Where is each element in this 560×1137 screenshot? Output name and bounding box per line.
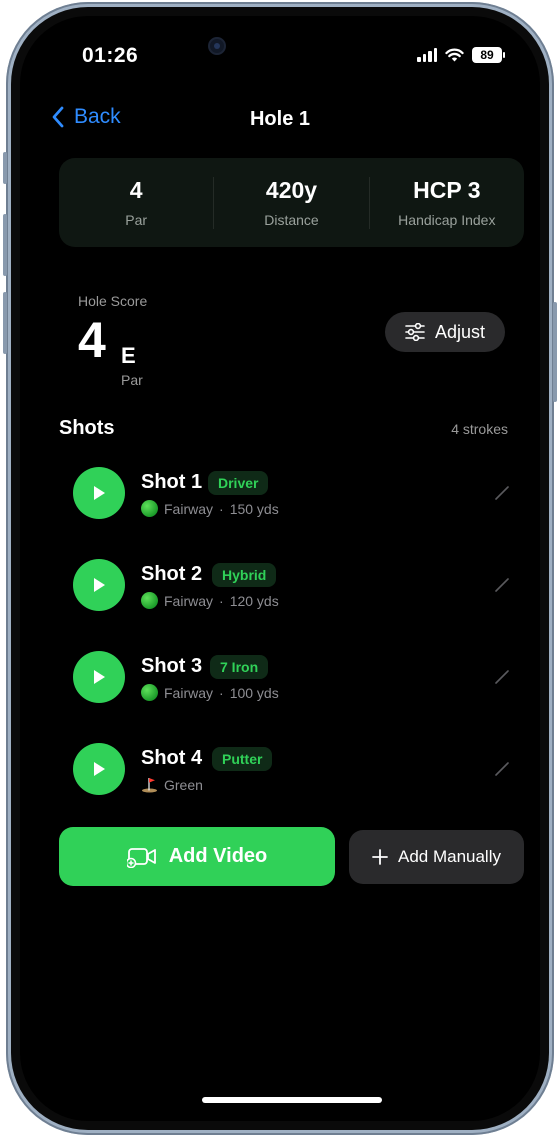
stat-value: 420y — [265, 177, 318, 203]
shot-lie: Fairway — [164, 500, 214, 517]
club-badge: Driver — [208, 471, 269, 495]
club-badge: Hybrid — [212, 563, 277, 587]
shot-lie: Fairway — [164, 592, 214, 609]
adjust-label: Adjust — [434, 321, 486, 342]
plus-icon — [372, 849, 388, 865]
shot-row[interactable]: Shot 3 7 Iron Fairway · 100 yds — [59, 641, 524, 713]
volume-down-button — [3, 292, 7, 354]
flag-in-hole-icon — [142, 778, 157, 793]
shot-lie: Fairway — [164, 684, 214, 701]
home-indicator[interactable] — [202, 1097, 382, 1103]
play-icon — [94, 670, 105, 684]
shot-details: Fairway · 100 yds — [141, 684, 279, 701]
add-video-label: Add Video — [168, 845, 268, 867]
club-badge: Putter — [212, 747, 273, 771]
play-icon — [94, 762, 105, 776]
stroke-count: 4 strokes — [451, 421, 508, 437]
power-button — [553, 302, 557, 402]
score-to-par-label: Par — [121, 372, 143, 388]
page-title: Hole 1 — [249, 108, 311, 130]
status-time: 01:26 — [82, 44, 139, 67]
play-button[interactable] — [73, 467, 125, 519]
golf-ball-icon — [141, 592, 158, 609]
video-camera-add-icon — [126, 847, 156, 868]
cellular-signal-icon — [417, 48, 437, 62]
pencil-icon[interactable] — [494, 669, 510, 685]
play-button[interactable] — [73, 559, 125, 611]
club-badge: 7 Iron — [210, 655, 269, 679]
play-icon — [94, 578, 105, 592]
pencil-icon[interactable] — [494, 761, 510, 777]
shot-name: Shot 2 — [141, 563, 203, 585]
shot-distance: 120 yds — [229, 592, 279, 609]
front-camera — [208, 37, 226, 55]
shot-row[interactable]: Shot 4 Putter Green — [59, 733, 524, 805]
play-button[interactable] — [73, 743, 125, 795]
shot-details: Green — [141, 776, 203, 793]
pencil-icon[interactable] — [494, 577, 510, 593]
hole-score-label: Hole Score — [78, 293, 148, 309]
stat-value: 4 — [129, 177, 143, 203]
shot-distance: 150 yds — [229, 500, 279, 517]
shot-distance: 100 yds — [229, 684, 279, 701]
stat-handicap: HCP 3 Handicap Index — [370, 177, 524, 228]
stat-value: HCP 3 — [413, 177, 481, 203]
phone-frame: 01:26 89 Back Hole 1 4 Par 420y Distance… — [3, 2, 557, 1135]
separator: · — [219, 500, 224, 517]
battery-indicator: 89 — [472, 47, 505, 63]
pencil-icon[interactable] — [494, 485, 510, 501]
add-manually-label: Add Manually — [397, 847, 501, 866]
add-video-button[interactable]: Add Video — [59, 827, 335, 886]
play-icon — [94, 486, 105, 500]
add-manually-button[interactable]: Add Manually — [349, 830, 524, 884]
status-icons: 89 — [417, 47, 505, 63]
separator: · — [219, 684, 224, 701]
stat-label: Distance — [264, 212, 319, 228]
hole-stats-card: 4 Par 420y Distance HCP 3 Handicap Index — [59, 158, 524, 247]
separator: · — [219, 592, 224, 609]
golf-ball-icon — [141, 500, 158, 517]
shot-details: Fairway · 150 yds — [141, 500, 279, 517]
shots-section-title: Shots — [59, 417, 115, 439]
shot-row[interactable]: Shot 2 Hybrid Fairway · 120 yds — [59, 549, 524, 621]
mute-switch — [3, 152, 7, 184]
app-screen: 01:26 89 Back Hole 1 4 Par 420y Distance… — [20, 16, 540, 1121]
shot-row[interactable]: Shot 1 Driver Fairway · 150 yds — [59, 457, 524, 529]
shot-lie: Green — [164, 776, 203, 793]
wifi-icon — [445, 48, 464, 62]
volume-up-button — [3, 214, 7, 276]
stat-label: Par — [125, 212, 148, 228]
shot-details: Fairway · 120 yds — [141, 592, 279, 609]
play-button[interactable] — [73, 651, 125, 703]
shot-name: Shot 1 — [141, 471, 203, 493]
sliders-icon — [405, 323, 425, 341]
stat-par: 4 Par — [59, 177, 213, 228]
shot-name: Shot 3 — [141, 655, 203, 677]
adjust-button[interactable]: Adjust — [385, 312, 505, 352]
stat-distance: 420y Distance — [214, 177, 368, 228]
hole-score-value: 4 — [78, 312, 106, 368]
stat-label: Handicap Index — [398, 212, 496, 228]
golf-ball-icon — [141, 684, 158, 701]
score-to-par: E — [121, 343, 136, 368]
shot-name: Shot 4 — [141, 747, 203, 769]
